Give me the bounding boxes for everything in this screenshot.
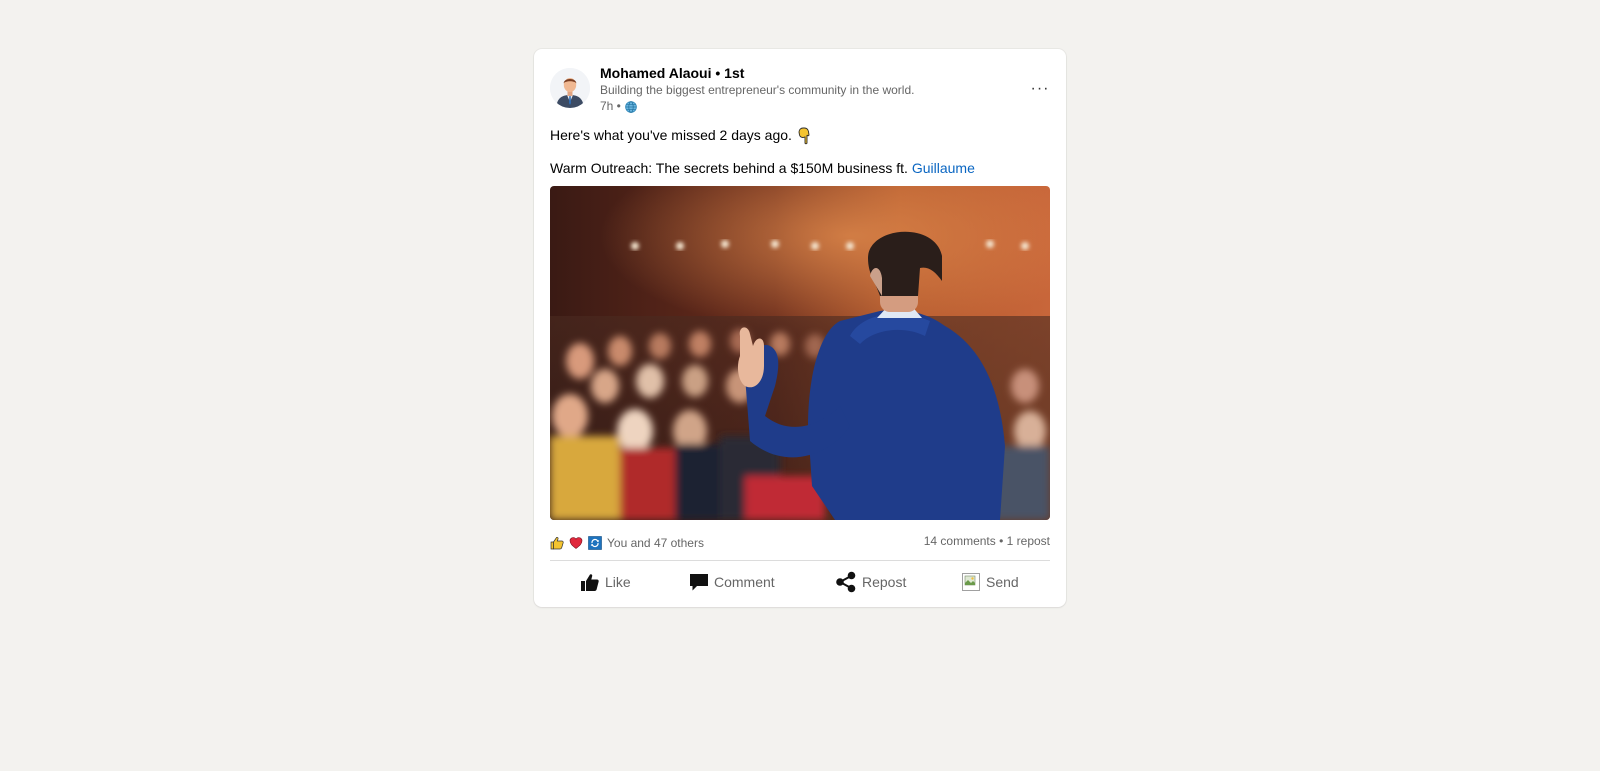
- thumbs-up-icon: [581, 574, 599, 591]
- feed-post-card: Mohamed Alaoui • 1st Building the bigges…: [534, 49, 1066, 607]
- author-info: Mohamed Alaoui • 1st Building the bigges…: [600, 65, 914, 114]
- like-label: Like: [605, 574, 631, 590]
- comment-button[interactable]: Comment: [689, 570, 775, 594]
- more-options-button[interactable]: ···: [1030, 81, 1050, 103]
- like-button[interactable]: Like: [580, 570, 631, 594]
- stats-separator: •: [999, 534, 1007, 548]
- repost-label: Repost: [862, 574, 907, 590]
- repost-button[interactable]: Repost: [835, 570, 906, 594]
- send-button[interactable]: Send: [962, 570, 1019, 594]
- heart-icon: [569, 536, 583, 550]
- comment-icon: [690, 574, 708, 591]
- author-headline: Building the biggest entrepreneur's comm…: [600, 83, 915, 97]
- insightful-icon: [588, 536, 602, 550]
- send-label: Send: [986, 574, 1019, 590]
- post-header: Mohamed Alaoui • 1st Building the bigges…: [550, 49, 1050, 121]
- post-text-intro: Here's what you've missed 2 days ago.: [550, 127, 792, 143]
- reactions-summary[interactable]: You and 47 others: [550, 535, 704, 551]
- author-name[interactable]: Mohamed Alaoui • 1st: [600, 65, 914, 82]
- send-icon: [962, 573, 980, 591]
- engagement-stats: 14 comments • 1 repost: [924, 533, 1050, 549]
- share-nodes-icon: [836, 571, 856, 593]
- post-actions-bar: Like Comment Repost Send: [550, 562, 1050, 606]
- mention-link[interactable]: Guillaume: [912, 160, 975, 176]
- point-down-icon: [796, 127, 812, 145]
- post-text-body: Warm Outreach: The secrets behind a $150…: [550, 160, 912, 176]
- reactions-count: You and 47 others: [607, 536, 704, 550]
- comment-label: Comment: [714, 574, 775, 590]
- post-text-line1: Here's what you've missed 2 days ago.: [550, 126, 812, 145]
- comments-count[interactable]: 14 comments: [924, 534, 999, 548]
- author-avatar[interactable]: [550, 68, 590, 108]
- post-image[interactable]: [550, 186, 1050, 520]
- globe-icon: [625, 100, 637, 113]
- reposts-count[interactable]: 1 repost: [1007, 534, 1050, 548]
- actions-divider: [550, 560, 1050, 561]
- post-time: 7h •: [600, 99, 621, 113]
- like-icon: [550, 536, 564, 550]
- post-text-line2: Warm Outreach: The secrets behind a $150…: [550, 159, 975, 178]
- post-meta: 7h •: [600, 99, 914, 114]
